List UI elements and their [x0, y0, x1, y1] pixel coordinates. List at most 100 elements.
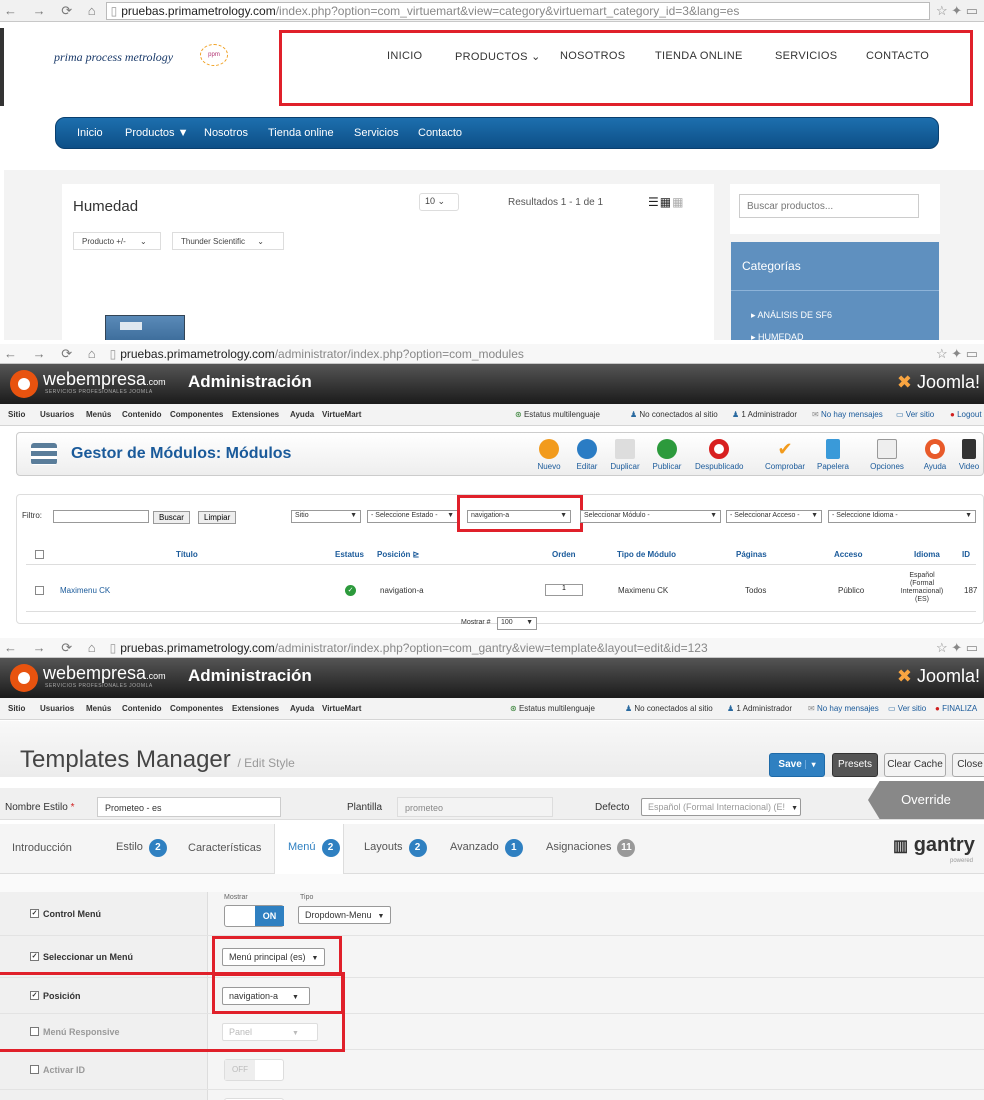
menu-menus[interactable]: Menús: [86, 410, 111, 419]
browser-toolbar-icons[interactable]: ☆ ✦ ▭: [930, 640, 984, 656]
url-field[interactable]: ▯ pruebas.primametrology.com/administrat…: [106, 639, 930, 657]
site-logo[interactable]: prima process metrology: [54, 50, 173, 65]
site-select[interactable]: Sitio: [291, 510, 361, 523]
bluebar-contacto[interactable]: Contacto: [418, 127, 462, 139]
default-select[interactable]: Español (Formal Internacional) (E! ▼: [641, 798, 801, 816]
tab-avanzado[interactable]: Avanzado 1: [450, 839, 523, 857]
tab-caracteristicas[interactable]: Características: [188, 842, 261, 854]
activate-id-toggle[interactable]: OFF: [224, 1059, 284, 1081]
save-button[interactable]: Save ▾: [769, 753, 825, 777]
clear-cache-button[interactable]: Clear Cache: [884, 753, 946, 777]
url-field[interactable]: ▯ pruebas.primametrology.com/administrat…: [106, 345, 930, 363]
browser-nav-icons[interactable]: ← → ⟳ ⌂: [4, 640, 102, 656]
trash-button[interactable]: Papelera: [813, 439, 853, 471]
col-id[interactable]: ID: [962, 550, 970, 559]
override-toggle[interactable]: Override: [868, 781, 984, 819]
col-order[interactable]: Orden: [552, 550, 576, 559]
col-module-type[interactable]: Tipo de Módulo: [617, 550, 676, 559]
bluebar-servicios[interactable]: Servicios: [354, 127, 399, 139]
status-multilang[interactable]: ⊛ Estatus multilenguaje: [515, 410, 600, 419]
bluebar-nosotros[interactable]: Nosotros: [204, 127, 248, 139]
select-all-checkbox[interactable]: [35, 550, 44, 559]
row-checkbox[interactable]: [35, 586, 44, 595]
video-button[interactable]: Video: [951, 439, 984, 471]
col-pages[interactable]: Páginas: [736, 550, 767, 559]
col-title[interactable]: Título: [176, 550, 198, 559]
tab-menu[interactable]: Menú 2: [288, 839, 340, 857]
clear-button[interactable]: Limpiar: [198, 511, 237, 524]
duplicate-button[interactable]: Duplicar: [605, 439, 645, 471]
menu-usuarios[interactable]: Usuarios: [40, 410, 74, 419]
menu-componentes[interactable]: Componentes: [170, 410, 223, 419]
row-title-link[interactable]: Maximenu CK: [60, 586, 110, 595]
status-multilang[interactable]: ⊛ Estatus multilenguaje: [510, 704, 595, 713]
menu-ayuda[interactable]: Ayuda: [290, 410, 314, 419]
state-select[interactable]: - Seleccione Estado -: [367, 510, 458, 523]
status-logout[interactable]: ● Logout: [950, 410, 982, 419]
options-button[interactable]: Opciones: [867, 439, 907, 471]
browser-toolbar-icons[interactable]: ☆ ✦ ▭: [930, 3, 984, 19]
menu-virtuemart[interactable]: VirtueMart: [322, 704, 361, 713]
category-item-sf6[interactable]: ▸ ANÁLISIS DE SF6: [751, 310, 832, 321]
row-order-input[interactable]: 1: [545, 584, 583, 596]
menu-menus[interactable]: Menús: [86, 704, 111, 713]
select-menu-label[interactable]: ✓ Seleccionar un Menú: [0, 936, 208, 977]
product-image[interactable]: [105, 315, 185, 340]
menu-ayuda[interactable]: Ayuda: [290, 704, 314, 713]
manufacturer-select[interactable]: Thunder Scientific ⌄: [172, 232, 284, 250]
checkin-button[interactable]: ✔ Comprobar: [761, 439, 809, 471]
bluebar-productos[interactable]: Productos ▼: [125, 127, 188, 139]
menu-componentes[interactable]: Componentes: [170, 704, 223, 713]
col-position[interactable]: Posición ⊵: [377, 550, 419, 559]
menu-sitio[interactable]: Sitio: [8, 410, 25, 419]
publish-button[interactable]: Publicar: [647, 439, 687, 471]
unpublish-button[interactable]: Despublicado: [695, 439, 743, 471]
published-check-icon[interactable]: ✓: [345, 585, 356, 596]
browser-nav-icons[interactable]: ← → ⟳ ⌂: [4, 346, 102, 362]
show-count-select[interactable]: 100: [497, 617, 537, 630]
control-menu-toggle[interactable]: ON: [224, 905, 284, 927]
status-view-site[interactable]: ▭ Ver sitio: [888, 704, 926, 713]
edit-button[interactable]: Editar: [567, 439, 607, 471]
control-menu-label[interactable]: ✓ Control Menú: [0, 892, 208, 935]
menu-virtuemart[interactable]: VirtueMart: [322, 410, 361, 419]
presets-button[interactable]: Presets: [832, 753, 878, 777]
bluebar-inicio[interactable]: Inicio: [77, 127, 103, 139]
filter-input[interactable]: [53, 510, 149, 523]
status-logout[interactable]: ● FINALIZA: [935, 704, 977, 713]
browser-nav-icons[interactable]: ← → ⟳ ⌂: [4, 3, 102, 19]
menu-extensiones[interactable]: Extensiones: [232, 704, 279, 713]
tab-asignaciones[interactable]: Asignaciones 11: [546, 839, 636, 857]
status-messages[interactable]: ✉ No hay mensajes: [808, 704, 879, 713]
category-item-humedad[interactable]: ▸ HUMEDAD: [751, 332, 804, 340]
menu-contenido[interactable]: Contenido: [122, 704, 162, 713]
menu-type-select[interactable]: Dropdown-Menu ▼: [298, 906, 392, 924]
search-button[interactable]: Buscar: [153, 511, 190, 524]
menu-usuarios[interactable]: Usuarios: [40, 704, 74, 713]
bluebar-tienda-online[interactable]: Tienda online: [268, 127, 334, 139]
help-button[interactable]: Ayuda: [915, 439, 955, 471]
status-view-site[interactable]: ▭ Ver sitio: [896, 410, 934, 419]
new-button[interactable]: Nuevo: [529, 439, 569, 471]
access-select[interactable]: - Seleccionar Acceso -: [726, 510, 822, 523]
close-button[interactable]: Close: [952, 753, 984, 777]
col-access[interactable]: Acceso: [834, 550, 862, 559]
style-name-input[interactable]: Prometeo - es: [97, 797, 281, 817]
language-select[interactable]: - Seleccione Idioma -: [828, 510, 976, 523]
tab-estilo[interactable]: Estilo 2: [116, 839, 167, 857]
browser-toolbar-icons[interactable]: ☆ ✦ ▭: [930, 346, 984, 362]
menu-extensiones[interactable]: Extensiones: [232, 410, 279, 419]
url-field[interactable]: ▯ pruebas.primametrology.com/index.php?o…: [105, 1, 930, 20]
menu-contenido[interactable]: Contenido: [122, 410, 162, 419]
module-type-select[interactable]: Seleccionar Módulo -: [580, 510, 721, 523]
search-input[interactable]: Buscar productos...: [739, 194, 919, 218]
sort-select[interactable]: Producto +/- ⌄: [73, 232, 161, 250]
col-language[interactable]: Idioma: [914, 550, 940, 559]
view-mode-icons[interactable]: ☰▦▦: [648, 195, 684, 209]
menu-sitio[interactable]: Sitio: [8, 704, 25, 713]
col-status[interactable]: Estatus: [335, 550, 364, 559]
tab-introduccion[interactable]: Introducción: [12, 842, 72, 854]
tab-layouts[interactable]: Layouts 2: [364, 839, 427, 857]
activate-id-label[interactable]: Activar ID: [0, 1050, 208, 1089]
per-page-select[interactable]: 10 ⌄: [419, 193, 459, 211]
